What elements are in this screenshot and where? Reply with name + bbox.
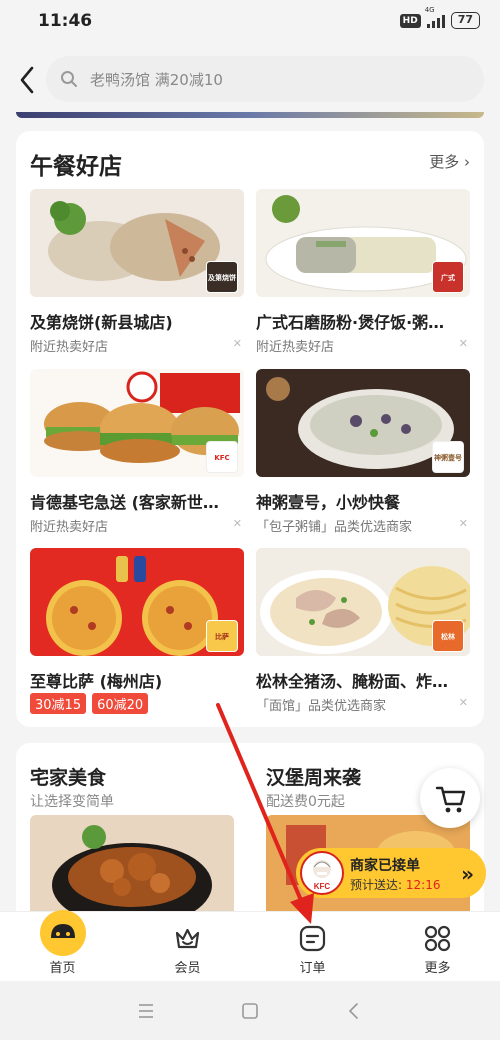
shop-image: KFC bbox=[30, 369, 244, 477]
shop-name: 及第烧饼(新县城店) bbox=[30, 313, 173, 332]
shop-logo: 松林 bbox=[432, 620, 464, 652]
dismiss-icon[interactable]: ✕ bbox=[233, 517, 242, 530]
discount-badge: 30减15 bbox=[30, 693, 87, 714]
tab-orders[interactable]: 订单 bbox=[250, 912, 375, 982]
shop-name: 神粥壹号，小炒快餐 bbox=[256, 493, 401, 512]
eta-label: 预计送达: bbox=[350, 878, 403, 892]
shop-image: 广式 bbox=[256, 189, 470, 297]
orders-icon bbox=[299, 925, 326, 952]
eta-time: 12:16 bbox=[405, 878, 441, 892]
grid-icon bbox=[424, 925, 451, 952]
tab-label: 更多 bbox=[424, 961, 451, 976]
section-title: 午餐好店 bbox=[30, 154, 122, 180]
system-nav-bar bbox=[0, 981, 500, 1040]
banner-image-edge[interactable] bbox=[16, 112, 484, 118]
kfc-logo: KFC bbox=[300, 851, 344, 895]
discount-badge: 60减20 bbox=[92, 693, 149, 714]
search-input[interactable]: 老鸭汤馆 满20减10 bbox=[46, 56, 484, 102]
shop-subtitle: 「面馆」品类优选商家 bbox=[256, 699, 387, 714]
shop-logo: 比萨 bbox=[206, 620, 238, 652]
more-link-label: 更多 bbox=[429, 153, 460, 171]
dismiss-icon[interactable]: ✕ bbox=[459, 696, 468, 709]
tab-membership[interactable]: 会员 bbox=[125, 912, 250, 982]
shop-name: 至尊比萨 (梅州店) bbox=[30, 672, 163, 691]
dismiss-icon[interactable]: ✕ bbox=[459, 517, 468, 530]
network-type-label: 4G bbox=[424, 5, 435, 14]
crown-icon bbox=[175, 928, 200, 949]
back-icon[interactable] bbox=[342, 999, 366, 1023]
shop-name: 广式石磨肠粉·煲仔饭·粥… bbox=[256, 313, 445, 332]
tab-label: 首页 bbox=[49, 961, 76, 976]
search-row: 老鸭汤馆 满20减10 bbox=[0, 56, 500, 104]
shop-card[interactable]: 神粥壹号 神粥壹号，小炒快餐 「包子粥铺」品类优选商家 ✕ bbox=[256, 369, 470, 539]
dismiss-icon[interactable]: ✕ bbox=[459, 337, 468, 350]
shop-name: 松林全猪汤、腌粉面、炸… bbox=[256, 672, 449, 691]
search-icon bbox=[61, 71, 77, 87]
menu-icon[interactable] bbox=[134, 999, 158, 1023]
shop-logo: 及第烧饼 bbox=[206, 261, 238, 293]
order-status-pill[interactable]: KFC 商家已接单 预计送达: 12:16 » bbox=[296, 848, 486, 898]
back-arrow-icon[interactable] bbox=[16, 64, 40, 96]
discount-badges: 30减15 60减20 bbox=[30, 693, 154, 714]
more-link[interactable]: 更多 › bbox=[429, 151, 470, 172]
tab-label: 订单 bbox=[299, 961, 326, 976]
status-icons: HD 4G 77 bbox=[399, 6, 480, 29]
shop-image: 松林 bbox=[256, 548, 470, 656]
order-eta: 预计送达: 12:16 bbox=[350, 876, 440, 893]
svg-text:KFC: KFC bbox=[314, 882, 331, 891]
shop-subtitle: 附近热卖好店 bbox=[30, 340, 109, 355]
search-placeholder: 老鸭汤馆 满20减10 bbox=[90, 71, 223, 89]
status-bar: 11:46 HD 4G 77 bbox=[0, 0, 500, 44]
shop-subtitle: 附近热卖好店 bbox=[256, 340, 335, 355]
lunch-section: 午餐好店 更多 › 及第烧饼 及第烧饼(新县城店) 附近热卖好店 ✕ 广式 广式… bbox=[16, 131, 484, 727]
shop-image: 及第烧饼 bbox=[30, 189, 244, 297]
shop-card[interactable]: 松林 松林全猪汤、腌粉面、炸… 「面馆」品类优选商家 ✕ bbox=[256, 548, 470, 718]
promo-subtitle-home-food: 让选择变简单 bbox=[30, 794, 114, 810]
promo-image-home-food[interactable] bbox=[30, 815, 234, 918]
home-square-icon[interactable] bbox=[238, 999, 262, 1023]
bottom-tab-bar: 首页 会员 订单 更多 bbox=[0, 910, 500, 982]
promo-subtitle-burger-week: 配送费0元起 bbox=[266, 794, 345, 810]
status-time: 11:46 bbox=[38, 11, 93, 31]
promo-title-burger-week[interactable]: 汉堡周来袭 bbox=[266, 763, 361, 790]
battery-icon: 77 bbox=[450, 12, 480, 29]
shop-subtitle: 「包子粥铺」品类优选商家 bbox=[256, 520, 413, 535]
cart-icon bbox=[435, 786, 466, 813]
shop-card[interactable]: 广式 广式石磨肠粉·煲仔饭·粥… 附近热卖好店 ✕ bbox=[256, 189, 470, 359]
shop-logo: KFC bbox=[206, 441, 238, 473]
shop-logo: 广式 bbox=[432, 261, 464, 293]
tab-more[interactable]: 更多 bbox=[375, 912, 500, 982]
home-icon bbox=[40, 910, 86, 956]
tab-label: 会员 bbox=[174, 961, 201, 976]
order-status-text: 商家已接单 bbox=[350, 858, 420, 874]
shop-logo: 神粥壹号 bbox=[432, 441, 464, 473]
shop-image: 比萨 bbox=[30, 548, 244, 656]
hd-icon: HD bbox=[399, 13, 421, 28]
shop-image: 神粥壹号 bbox=[256, 369, 470, 477]
cart-button[interactable] bbox=[420, 768, 480, 828]
shop-card[interactable]: 比萨 至尊比萨 (梅州店) 30减15 60减20 bbox=[30, 548, 244, 718]
shop-card[interactable]: 及第烧饼 及第烧饼(新县城店) 附近热卖好店 ✕ bbox=[30, 189, 244, 359]
shop-subtitle: 附近热卖好店 bbox=[30, 520, 109, 535]
promo-title-home-food[interactable]: 宅家美食 bbox=[30, 763, 106, 790]
tab-home[interactable]: 首页 bbox=[0, 910, 125, 982]
shop-card[interactable]: KFC 肯德基宅急送 (客家新世… 附近热卖好店 ✕ bbox=[30, 369, 244, 539]
signal-icon: 4G bbox=[425, 6, 445, 28]
shop-name: 肯德基宅急送 (客家新世… bbox=[30, 493, 219, 512]
dismiss-icon[interactable]: ✕ bbox=[233, 337, 242, 350]
double-chevron-right-icon: » bbox=[461, 862, 474, 886]
